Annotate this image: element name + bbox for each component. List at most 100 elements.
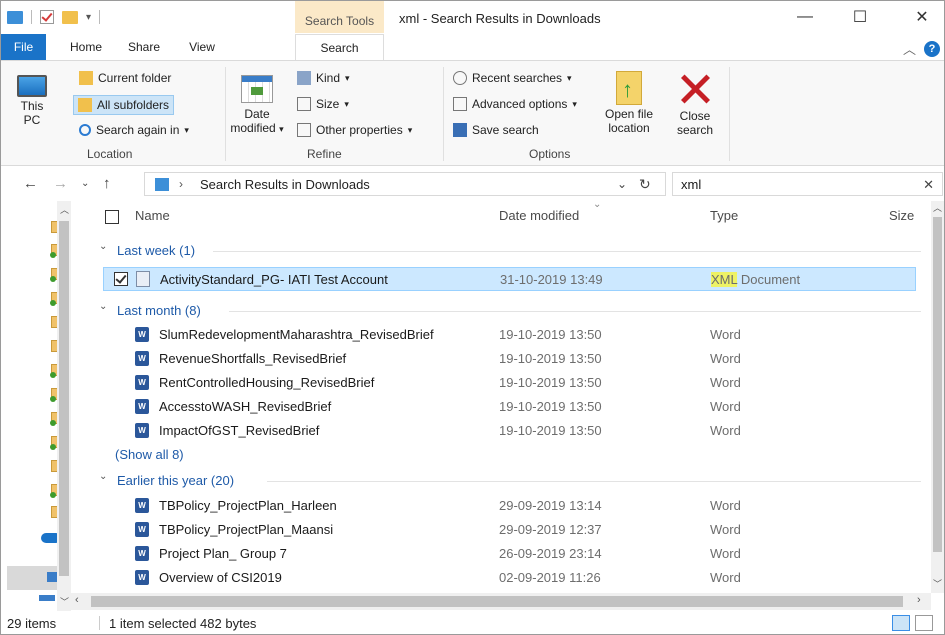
divider <box>443 67 444 161</box>
table-row[interactable]: W RevenueShortfalls_RevisedBrief 19-10-2… <box>103 347 916 371</box>
file-date: 26-09-2019 23:14 <box>499 546 602 561</box>
tab-view[interactable]: View <box>177 34 227 60</box>
window-title: xml - Search Results in Downloads <box>399 11 601 26</box>
folder-icon[interactable] <box>7 10 23 24</box>
back-arrow-icon[interactable]: ← <box>23 175 38 192</box>
date-modified-button[interactable]: Date modified ▾ <box>225 75 289 136</box>
this-pc-button[interactable]: This PC <box>15 75 49 127</box>
recent-searches-button[interactable]: Recent searches ▾ <box>453 71 572 85</box>
save-search-button[interactable]: Save search <box>453 123 539 137</box>
network-icon[interactable] <box>39 595 55 601</box>
divider <box>99 616 100 630</box>
open-file-location-button[interactable]: Open file location <box>599 71 659 135</box>
date-modified-label: Date modified <box>230 107 276 135</box>
breadcrumb-chevron-icon[interactable]: › <box>179 177 183 191</box>
dropdown-arrow-icon: ▾ <box>407 124 413 135</box>
details-view-icon[interactable] <box>892 615 910 631</box>
breadcrumb[interactable]: Search Results in Downloads <box>200 177 370 192</box>
scroll-left-icon[interactable]: ‹ <box>75 594 79 606</box>
row-checkbox[interactable] <box>114 272 128 286</box>
file-name: RevenueShortfalls_RevisedBrief <box>159 351 347 366</box>
this-pc-item[interactable] <box>7 566 59 590</box>
table-row[interactable]: W RentControlledHousing_RevisedBrief 19-… <box>103 371 916 395</box>
maximize-button[interactable]: ☐ <box>837 1 883 33</box>
group-header-last-week[interactable]: Last week (1) <box>117 243 195 258</box>
address-bar[interactable]: › Search Results in Downloads ⌄ ↻ <box>144 172 666 196</box>
table-row[interactable]: W Project Plan_ Group 7 26-09-2019 23:14… <box>103 542 916 566</box>
item-count: 29 items <box>7 616 57 631</box>
nav-scrollbar[interactable]: ︿ ﹀ <box>57 201 71 611</box>
address-dropdown-icon[interactable]: ⌄ <box>617 177 627 191</box>
size-button[interactable]: Size ▾ <box>297 97 349 111</box>
show-all-link[interactable]: (Show all 8) <box>115 447 184 462</box>
divider <box>99 10 101 24</box>
file-type: Word <box>710 327 741 342</box>
close-window-button[interactable]: ✕ <box>899 1 945 33</box>
collapse-ribbon-icon[interactable]: ︿ <box>903 39 916 58</box>
open-folder-icon <box>616 71 642 105</box>
refresh-icon[interactable]: ↻ <box>639 176 651 193</box>
select-all-checkbox[interactable] <box>105 210 119 224</box>
scrollbar-thumb[interactable] <box>59 221 69 576</box>
file-name: Project Plan_ Group 7 <box>159 546 287 561</box>
column-header-name[interactable]: Name <box>135 201 170 231</box>
table-row[interactable]: W ImpactOfGST_RevisedBrief 19-10-2019 13… <box>103 419 916 443</box>
computer-icon <box>17 75 47 97</box>
collapse-group-icon[interactable]: ⌄ <box>99 471 107 482</box>
all-subfolders-button[interactable]: All subfolders <box>73 95 175 115</box>
table-row[interactable]: ActivityStandard_PG- IATI Test Account 3… <box>103 267 916 291</box>
search-query[interactable]: xml <box>681 177 701 192</box>
calendar-icon <box>241 75 273 103</box>
refine-group-label: Refine <box>307 147 342 161</box>
table-row[interactable]: W TBPolicy_ProjectPlan_Harleen 29-09-201… <box>103 494 916 518</box>
up-arrow-icon[interactable]: ↑ <box>103 175 111 192</box>
properties-check-icon[interactable] <box>40 10 54 24</box>
other-properties-button[interactable]: Other properties ▾ <box>297 123 412 137</box>
table-row[interactable]: W Overview of CSI2019 02-09-2019 11:26 W… <box>103 566 916 590</box>
table-row[interactable]: W AccesstoWASH_RevisedBrief 19-10-2019 1… <box>103 395 916 419</box>
tab-home[interactable]: Home <box>61 34 111 60</box>
scroll-up-icon[interactable]: ︿ <box>933 201 942 214</box>
open-file-location-label: Open file location <box>604 107 654 135</box>
customize-toolbar-icon[interactable]: ▾ <box>86 12 91 23</box>
tab-share[interactable]: Share <box>119 34 169 60</box>
collapse-group-icon[interactable]: ⌄ <box>99 301 107 312</box>
new-folder-icon[interactable] <box>62 10 78 24</box>
table-row[interactable]: W SlumRedevelopmentMaharashtra_RevisedBr… <box>103 323 916 347</box>
group-header-earlier-this-year[interactable]: Earlier this year (20) <box>117 473 234 488</box>
advanced-options-button[interactable]: Advanced options ▾ <box>453 97 577 111</box>
list-vertical-scrollbar[interactable]: ︿ ﹀ <box>931 201 944 593</box>
scrollbar-thumb[interactable] <box>933 217 942 552</box>
all-subfolders-label: All subfolders <box>97 98 170 112</box>
table-row[interactable]: W TBPolicy_ProjectPlan_Maansi 29-09-2019… <box>103 518 916 542</box>
search-tools-context-header: Search Tools <box>295 1 384 33</box>
xml-file-icon <box>136 271 150 287</box>
large-icons-view-icon[interactable] <box>915 615 933 631</box>
column-header-type[interactable]: Type <box>710 201 738 231</box>
column-header-date-modified[interactable]: Date modified <box>499 201 579 231</box>
dropdown-arrow-icon: ▾ <box>344 98 349 109</box>
current-folder-button[interactable]: Current folder <box>79 71 171 85</box>
group-header-last-month[interactable]: Last month (8) <box>117 303 201 318</box>
scroll-up-icon[interactable]: ︿ <box>60 203 69 216</box>
search-again-in-button[interactable]: Search again in ▾ <box>79 123 189 137</box>
scroll-right-icon[interactable]: › <box>917 594 921 606</box>
scroll-down-icon[interactable]: ﹀ <box>933 577 942 590</box>
tab-file[interactable]: File <box>1 34 46 60</box>
kind-button[interactable]: Kind ▾ <box>297 71 350 85</box>
forward-arrow-icon[interactable]: → <box>53 175 68 192</box>
scrollbar-thumb[interactable] <box>91 596 903 607</box>
clear-search-icon[interactable]: ✕ <box>923 177 934 193</box>
minimize-button[interactable]: — <box>782 1 828 33</box>
scroll-down-icon[interactable]: ﹀ <box>60 595 69 608</box>
help-icon[interactable]: ? <box>924 40 940 57</box>
recent-locations-icon[interactable]: ⌄ <box>81 178 89 189</box>
tab-search[interactable]: Search <box>295 34 384 61</box>
file-name: ImpactOfGST_RevisedBrief <box>159 423 320 438</box>
collapse-group-icon[interactable]: ⌄ <box>99 241 107 252</box>
file-name: TBPolicy_ProjectPlan_Harleen <box>159 498 337 513</box>
search-input[interactable]: xml ✕ <box>672 172 943 196</box>
list-horizontal-scrollbar[interactable]: ‹ › <box>71 593 931 610</box>
column-header-size[interactable]: Size <box>889 201 914 231</box>
close-search-button[interactable]: Close search <box>673 71 717 137</box>
